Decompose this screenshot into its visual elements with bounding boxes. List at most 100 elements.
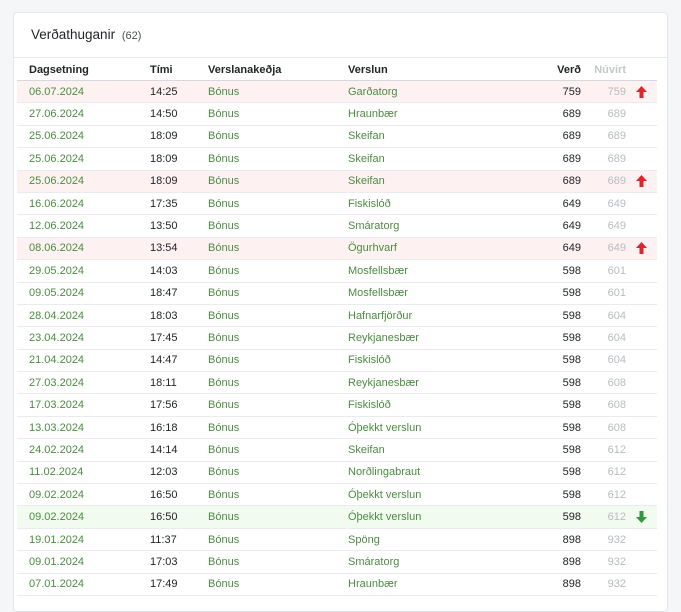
cell-chain[interactable]: Bónus xyxy=(208,550,348,574)
cell-chain[interactable]: Bónus xyxy=(208,483,348,507)
cell-store[interactable]: Smáratorg xyxy=(348,550,486,574)
cell-price: 898 xyxy=(486,528,581,552)
cell-date[interactable]: 25.06.2024 xyxy=(17,147,150,171)
cell-current-price: 932 xyxy=(581,573,626,596)
cell-chain[interactable]: Bónus xyxy=(208,438,348,462)
arrow-down-icon xyxy=(636,511,647,524)
cell-chain[interactable]: Bónus xyxy=(208,237,348,261)
cell-date[interactable]: 07.01.2024 xyxy=(17,573,150,596)
cell-current-price: 601 xyxy=(581,259,626,283)
cell-store[interactable]: Spöng xyxy=(348,528,486,552)
cell-chain[interactable]: Bónus xyxy=(208,282,348,305)
cell-chain[interactable]: Bónus xyxy=(208,192,348,216)
table-row: 24.02.2024 14:14 Bónus Skeifan 598 612 xyxy=(17,438,657,462)
cell-store[interactable]: Skeifan xyxy=(348,125,486,149)
cell-store[interactable]: Reykjanesbær xyxy=(348,326,486,350)
cell-chain[interactable]: Bónus xyxy=(208,125,348,149)
cell-chain[interactable]: Bónus xyxy=(208,326,348,350)
cell-store[interactable]: Reykjanesbær xyxy=(348,371,486,395)
cell-chain[interactable]: Bónus xyxy=(208,214,348,238)
cell-chain[interactable]: Bónus xyxy=(208,393,348,417)
table-row: 09.01.2024 17:03 Bónus Smáratorg 898 932 xyxy=(17,550,657,574)
cell-chain[interactable]: Bónus xyxy=(208,147,348,171)
cell-chain[interactable]: Bónus xyxy=(208,573,348,596)
cell-chain[interactable]: Bónus xyxy=(208,528,348,552)
cell-trend xyxy=(626,393,657,417)
cell-chain[interactable]: Bónus xyxy=(208,102,348,126)
cell-time: 17:49 xyxy=(150,573,208,596)
cell-store[interactable]: Fiskislóð xyxy=(348,192,486,216)
cell-date[interactable]: 21.04.2024 xyxy=(17,349,150,373)
cell-trend xyxy=(626,125,657,149)
cell-date[interactable]: 17.03.2024 xyxy=(17,393,150,417)
cell-store[interactable]: Mosfellsbær xyxy=(348,282,486,305)
cell-store[interactable]: Óþekkt verslun xyxy=(348,416,486,440)
cell-time: 16:50 xyxy=(150,505,208,529)
cell-store[interactable]: Fiskislóð xyxy=(348,393,486,417)
cell-date[interactable]: 27.06.2024 xyxy=(17,102,150,126)
cell-current-price: 608 xyxy=(581,393,626,417)
cell-date[interactable]: 13.03.2024 xyxy=(17,416,150,440)
cell-current-price: 689 xyxy=(581,170,626,193)
cell-store[interactable]: Skeifan xyxy=(348,147,486,171)
cell-date[interactable]: 24.02.2024 xyxy=(17,438,150,462)
cell-date[interactable]: 19.01.2024 xyxy=(17,528,150,552)
cell-trend xyxy=(626,282,657,305)
cell-store[interactable]: Hafnarfjörður xyxy=(348,304,486,328)
cell-date[interactable]: 27.03.2024 xyxy=(17,371,150,395)
cell-chain[interactable]: Bónus xyxy=(208,416,348,440)
cell-date[interactable]: 23.04.2024 xyxy=(17,326,150,350)
cell-store[interactable]: Garðatorg xyxy=(348,80,486,104)
cell-date[interactable]: 16.06.2024 xyxy=(17,192,150,216)
table-row: 21.04.2024 14:47 Bónus Fiskislóð 598 604 xyxy=(17,349,657,373)
column-header-price[interactable]: Verð xyxy=(486,59,581,81)
cell-chain[interactable]: Bónus xyxy=(208,371,348,395)
column-header-current[interactable]: Núvirt xyxy=(581,59,626,81)
cell-store[interactable]: Skeifan xyxy=(348,170,486,193)
cell-trend xyxy=(626,147,657,171)
cell-date[interactable]: 09.02.2024 xyxy=(17,505,150,529)
cell-date[interactable]: 08.06.2024 xyxy=(17,237,150,261)
cell-chain[interactable]: Bónus xyxy=(208,304,348,328)
cell-current-price: 612 xyxy=(581,483,626,507)
column-header-date[interactable]: Dagsetning xyxy=(17,59,150,81)
cell-store[interactable]: Hraunbær xyxy=(348,102,486,126)
cell-date[interactable]: 25.06.2024 xyxy=(17,170,150,193)
cell-store[interactable]: Smáratorg xyxy=(348,214,486,238)
column-header-time[interactable]: Tími xyxy=(150,59,208,81)
cell-date[interactable]: 12.06.2024 xyxy=(17,214,150,238)
cell-date[interactable]: 25.06.2024 xyxy=(17,125,150,149)
cell-date[interactable]: 28.04.2024 xyxy=(17,304,150,328)
cell-time: 14:50 xyxy=(150,102,208,126)
table-row: 23.04.2024 17:45 Bónus Reykjanesbær 598 604 xyxy=(17,326,657,350)
cell-date[interactable]: 09.01.2024 xyxy=(17,550,150,574)
cell-chain[interactable]: Bónus xyxy=(208,461,348,485)
cell-time: 12:03 xyxy=(150,461,208,485)
column-header-chain[interactable]: Verslanakeðja xyxy=(208,59,348,81)
cell-chain[interactable]: Bónus xyxy=(208,80,348,104)
column-header-store[interactable]: Verslun xyxy=(348,59,486,81)
cell-chain[interactable]: Bónus xyxy=(208,259,348,283)
cell-store[interactable]: Skeifan xyxy=(348,438,486,462)
cell-price: 598 xyxy=(486,483,581,507)
cell-date[interactable]: 29.05.2024 xyxy=(17,259,150,283)
cell-store[interactable]: Hraunbær xyxy=(348,573,486,596)
cell-store[interactable]: Óþekkt verslun xyxy=(348,483,486,507)
cell-date[interactable]: 11.02.2024 xyxy=(17,461,150,485)
cell-chain[interactable]: Bónus xyxy=(208,170,348,193)
cell-time: 18:09 xyxy=(150,125,208,149)
cell-chain[interactable]: Bónus xyxy=(208,505,348,529)
cell-trend xyxy=(626,528,657,552)
cell-store[interactable]: Óþekkt verslun xyxy=(348,505,486,529)
cell-date[interactable]: 06.07.2024 xyxy=(17,80,150,104)
cell-store[interactable]: Ögurhvarf xyxy=(348,237,486,261)
cell-price: 689 xyxy=(486,170,581,193)
table-row: 07.01.2024 17:49 Bónus Hraunbær 898 932 xyxy=(17,573,657,596)
cell-chain[interactable]: Bónus xyxy=(208,349,348,373)
table-row: 16.06.2024 17:35 Bónus Fiskislóð 649 649 xyxy=(17,192,657,216)
cell-store[interactable]: Norðlingabraut xyxy=(348,461,486,485)
cell-date[interactable]: 09.02.2024 xyxy=(17,483,150,507)
cell-store[interactable]: Mosfellsbær xyxy=(348,259,486,283)
cell-date[interactable]: 09.05.2024 xyxy=(17,282,150,305)
cell-store[interactable]: Fiskislóð xyxy=(348,349,486,373)
